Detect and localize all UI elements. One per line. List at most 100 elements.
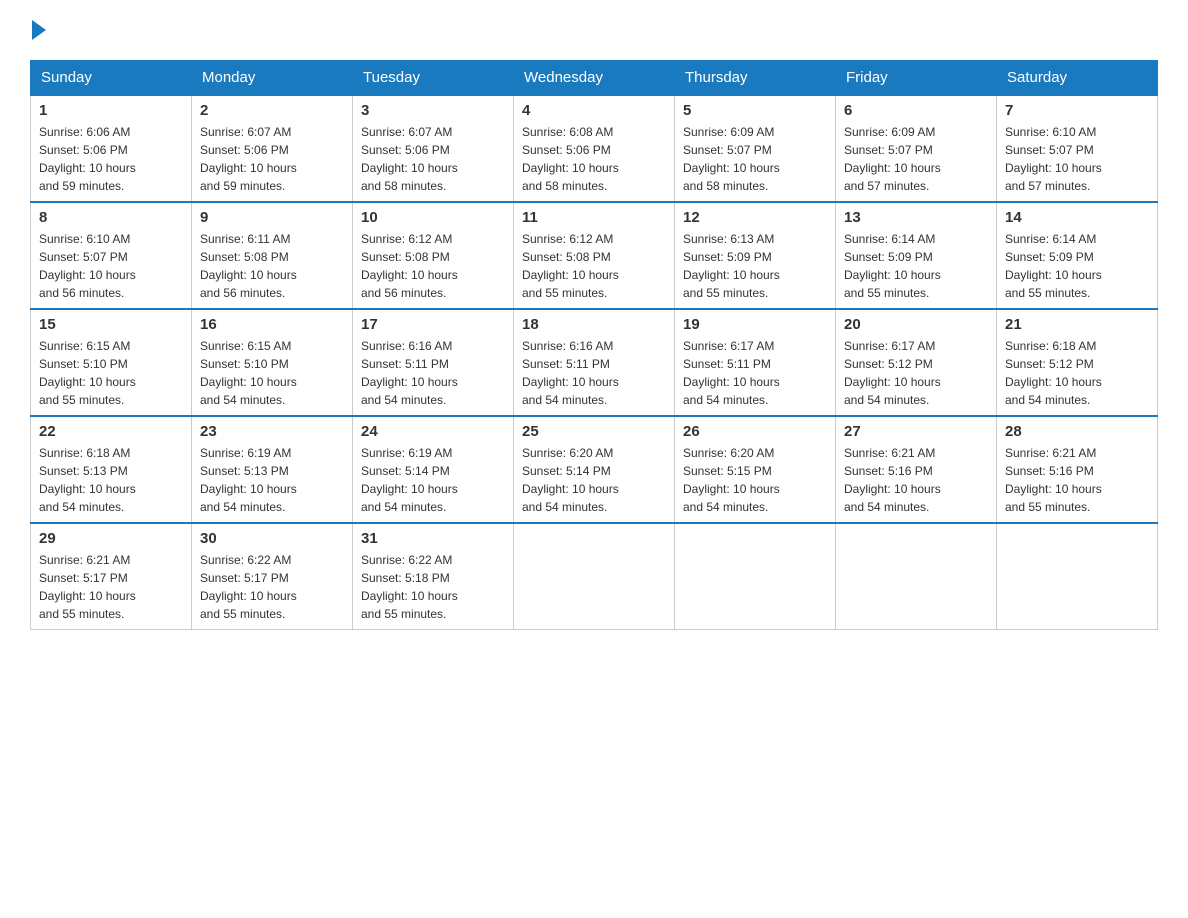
calendar-cell: 22 Sunrise: 6:18 AMSunset: 5:13 PMDayligh… [31,416,192,523]
day-number: 13 [844,209,988,226]
calendar-cell: 26Sunrise: 6:20 AMSunset: 5:15 PMDayligh… [675,416,836,523]
day-info: Sunrise: 6:12 AMSunset: 5:08 PMDaylight:… [361,230,505,302]
week-row-5: 29 Sunrise: 6:21 AMSunset: 5:17 PMDayligh… [31,523,1158,630]
week-row-4: 22 Sunrise: 6:18 AMSunset: 5:13 PMDayligh… [31,416,1158,523]
logo-arrow-icon [32,20,46,40]
calendar-cell: 6Sunrise: 6:09 AMSunset: 5:07 PMDaylight… [836,95,997,202]
day-number: 10 [361,209,505,226]
day-number: 27 [844,423,988,440]
day-info: Sunrise: 6:12 AMSunset: 5:08 PMDaylight:… [522,230,666,302]
calendar-header: SundayMondayTuesdayWednesdayThursdayFrid… [31,61,1158,96]
day-number: 9 [200,209,344,226]
day-number: 18 [522,316,666,333]
day-info: Sunrise: 6:20 AMSunset: 5:15 PMDaylight:… [683,444,827,516]
day-info: Sunrise: 6:17 AMSunset: 5:11 PMDaylight:… [683,337,827,409]
day-number: 7 [1005,102,1149,119]
calendar-cell: 9 Sunrise: 6:11 AMSunset: 5:08 PMDaylight… [192,202,353,309]
day-number: 12 [683,209,827,226]
day-info: Sunrise: 6:06 AMSunset: 5:06 PMDaylight:… [39,123,183,195]
calendar-cell: 21 Sunrise: 6:18 AMSunset: 5:12 PMDayligh… [997,309,1158,416]
day-info: Sunrise: 6:19 AMSunset: 5:14 PMDaylight:… [361,444,505,516]
day-info: Sunrise: 6:18 AMSunset: 5:13 PMDaylight:… [39,444,183,516]
header-friday: Friday [836,61,997,96]
calendar-cell: 1Sunrise: 6:06 AMSunset: 5:06 PMDaylight… [31,95,192,202]
calendar-cell: 29 Sunrise: 6:21 AMSunset: 5:17 PMDayligh… [31,523,192,630]
calendar-cell: 3Sunrise: 6:07 AMSunset: 5:06 PMDaylight… [353,95,514,202]
day-number: 22 [39,423,183,440]
calendar-cell: 11Sunrise: 6:12 AMSunset: 5:08 PMDayligh… [514,202,675,309]
calendar-cell: 17Sunrise: 6:16 AMSunset: 5:11 PMDayligh… [353,309,514,416]
day-info: Sunrise: 6:21 AMSunset: 5:17 PMDaylight:… [39,551,183,623]
day-info: Sunrise: 6:16 AMSunset: 5:11 PMDaylight:… [361,337,505,409]
day-info: Sunrise: 6:09 AMSunset: 5:07 PMDaylight:… [844,123,988,195]
page-header [30,20,1158,40]
logo [30,20,46,40]
day-number: 23 [200,423,344,440]
calendar-table: SundayMondayTuesdayWednesdayThursdayFrid… [30,60,1158,630]
header-thursday: Thursday [675,61,836,96]
day-number: 28 [1005,423,1149,440]
calendar-body: 1Sunrise: 6:06 AMSunset: 5:06 PMDaylight… [31,95,1158,630]
calendar-cell: 4 Sunrise: 6:08 AMSunset: 5:06 PMDaylight… [514,95,675,202]
day-number: 29 [39,530,183,547]
day-info: Sunrise: 6:14 AMSunset: 5:09 PMDaylight:… [1005,230,1149,302]
calendar-cell: 20 Sunrise: 6:17 AMSunset: 5:12 PMDayligh… [836,309,997,416]
header-row: SundayMondayTuesdayWednesdayThursdayFrid… [31,61,1158,96]
day-info: Sunrise: 6:18 AMSunset: 5:12 PMDaylight:… [1005,337,1149,409]
day-info: Sunrise: 6:17 AMSunset: 5:12 PMDaylight:… [844,337,988,409]
day-number: 15 [39,316,183,333]
calendar-cell: 16Sunrise: 6:15 AMSunset: 5:10 PMDayligh… [192,309,353,416]
calendar-cell: 24 Sunrise: 6:19 AMSunset: 5:14 PMDayligh… [353,416,514,523]
day-info: Sunrise: 6:07 AMSunset: 5:06 PMDaylight:… [200,123,344,195]
calendar-cell [675,523,836,630]
day-number: 8 [39,209,183,226]
day-number: 20 [844,316,988,333]
day-number: 24 [361,423,505,440]
day-info: Sunrise: 6:11 AMSunset: 5:08 PMDaylight:… [200,230,344,302]
calendar-cell: 27 Sunrise: 6:21 AMSunset: 5:16 PMDayligh… [836,416,997,523]
day-info: Sunrise: 6:16 AMSunset: 5:11 PMDaylight:… [522,337,666,409]
day-info: Sunrise: 6:09 AMSunset: 5:07 PMDaylight:… [683,123,827,195]
calendar-cell: 14 Sunrise: 6:14 AMSunset: 5:09 PMDayligh… [997,202,1158,309]
day-info: Sunrise: 6:15 AMSunset: 5:10 PMDaylight:… [39,337,183,409]
calendar-cell: 8Sunrise: 6:10 AMSunset: 5:07 PMDaylight… [31,202,192,309]
calendar-cell [997,523,1158,630]
day-number: 25 [522,423,666,440]
calendar-cell: 13 Sunrise: 6:14 AMSunset: 5:09 PMDayligh… [836,202,997,309]
day-info: Sunrise: 6:22 AMSunset: 5:18 PMDaylight:… [361,551,505,623]
day-number: 4 [522,102,666,119]
day-info: Sunrise: 6:13 AMSunset: 5:09 PMDaylight:… [683,230,827,302]
calendar-cell: 5 Sunrise: 6:09 AMSunset: 5:07 PMDaylight… [675,95,836,202]
header-wednesday: Wednesday [514,61,675,96]
day-number: 5 [683,102,827,119]
day-number: 14 [1005,209,1149,226]
calendar-cell: 2 Sunrise: 6:07 AMSunset: 5:06 PMDaylight… [192,95,353,202]
day-info: Sunrise: 6:20 AMSunset: 5:14 PMDaylight:… [522,444,666,516]
day-info: Sunrise: 6:22 AMSunset: 5:17 PMDaylight:… [200,551,344,623]
calendar-cell [836,523,997,630]
day-info: Sunrise: 6:14 AMSunset: 5:09 PMDaylight:… [844,230,988,302]
day-number: 2 [200,102,344,119]
day-info: Sunrise: 6:21 AMSunset: 5:16 PMDaylight:… [1005,444,1149,516]
day-info: Sunrise: 6:15 AMSunset: 5:10 PMDaylight:… [200,337,344,409]
header-tuesday: Tuesday [353,61,514,96]
day-info: Sunrise: 6:08 AMSunset: 5:06 PMDaylight:… [522,123,666,195]
calendar-cell: 18 Sunrise: 6:16 AMSunset: 5:11 PMDayligh… [514,309,675,416]
calendar-cell: 10 Sunrise: 6:12 AMSunset: 5:08 PMDayligh… [353,202,514,309]
day-number: 19 [683,316,827,333]
calendar-cell: 15 Sunrise: 6:15 AMSunset: 5:10 PMDayligh… [31,309,192,416]
day-info: Sunrise: 6:07 AMSunset: 5:06 PMDaylight:… [361,123,505,195]
calendar-cell [514,523,675,630]
day-number: 31 [361,530,505,547]
header-sunday: Sunday [31,61,192,96]
week-row-1: 1Sunrise: 6:06 AMSunset: 5:06 PMDaylight… [31,95,1158,202]
day-number: 21 [1005,316,1149,333]
day-info: Sunrise: 6:19 AMSunset: 5:13 PMDaylight:… [200,444,344,516]
calendar-cell: 7Sunrise: 6:10 AMSunset: 5:07 PMDaylight… [997,95,1158,202]
calendar-cell: 30 Sunrise: 6:22 AMSunset: 5:17 PMDayligh… [192,523,353,630]
week-row-2: 8Sunrise: 6:10 AMSunset: 5:07 PMDaylight… [31,202,1158,309]
week-row-3: 15 Sunrise: 6:15 AMSunset: 5:10 PMDayligh… [31,309,1158,416]
calendar-cell: 19 Sunrise: 6:17 AMSunset: 5:11 PMDayligh… [675,309,836,416]
day-number: 30 [200,530,344,547]
day-info: Sunrise: 6:21 AMSunset: 5:16 PMDaylight:… [844,444,988,516]
